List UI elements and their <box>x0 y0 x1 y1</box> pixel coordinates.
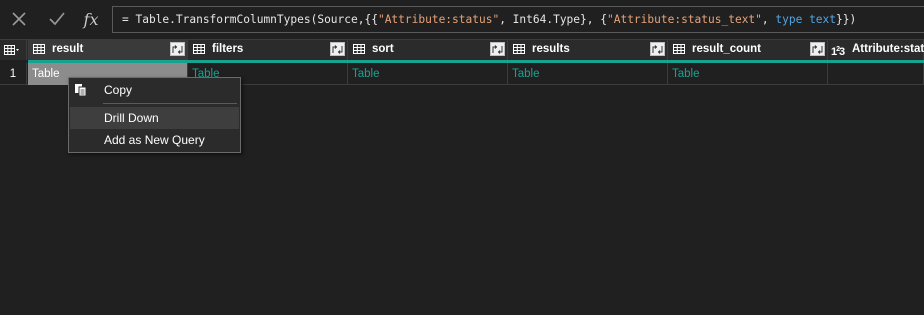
column-name: result <box>52 43 84 55</box>
menu-item-copy[interactable]: Copy <box>70 79 239 101</box>
table-icon <box>353 44 365 54</box>
formula-input[interactable]: = Table.TransformColumnTypes(Source,{{"A… <box>112 6 924 33</box>
formula-token: "Attribute:status_text" <box>606 13 762 26</box>
formula-bar: fx = Table.TransformColumnTypes(Source,{… <box>0 0 924 38</box>
formula-token: type text <box>775 13 837 26</box>
column-header-results[interactable]: results <box>508 39 668 60</box>
fx-button[interactable]: fx <box>77 6 105 32</box>
column-header-result[interactable]: result <box>28 39 188 60</box>
type-label: 123 <box>831 46 845 58</box>
table-cell[interactable] <box>828 63 924 85</box>
table-icon <box>33 44 45 54</box>
column-header-sort[interactable]: sort <box>348 39 508 60</box>
menu-item-add-as-new-query[interactable]: Add as New Query <box>70 129 239 151</box>
table-cell[interactable]: Table <box>508 63 668 85</box>
column-header-result-count[interactable]: result_count <box>668 39 828 60</box>
expand-column-icon[interactable] <box>330 42 345 56</box>
table-icon <box>193 44 205 54</box>
column-name: filters <box>212 43 244 55</box>
column-name: results <box>532 43 570 55</box>
formula-token: "Attribute:status" <box>377 13 500 26</box>
row-number: 1 <box>0 63 27 85</box>
column-header-attribute-status[interactable]: 123 Attribute:status <box>828 39 924 60</box>
formula-token: , <box>761 13 776 26</box>
column-header-filters[interactable]: filters <box>188 39 348 60</box>
column-name: Attribute:status <box>852 43 924 55</box>
expand-column-icon[interactable] <box>490 42 505 56</box>
table-icon <box>513 44 525 54</box>
context-menu: Copy Drill Down Add as New Query <box>68 77 241 153</box>
table-icon <box>673 44 685 54</box>
table-cell[interactable]: Table <box>348 63 508 85</box>
menu-item-drill-down[interactable]: Drill Down <box>70 107 239 129</box>
table-cell[interactable]: Table <box>668 63 828 85</box>
table-menu-button[interactable] <box>0 39 27 60</box>
formula-token: = Table.TransformColumnTypes(Source,{{ <box>122 13 378 26</box>
menu-separator <box>103 103 237 104</box>
menu-item-label: Drill Down <box>104 111 159 125</box>
menu-item-label: Add as New Query <box>104 133 205 147</box>
expand-column-icon[interactable] <box>170 42 185 56</box>
formula-token: }}) <box>836 13 857 26</box>
expand-column-icon[interactable] <box>810 42 825 56</box>
formula-token: , Int64.Type}, { <box>499 13 607 26</box>
table-icon <box>4 44 19 55</box>
menu-item-label: Copy <box>104 83 133 97</box>
checkmark-icon[interactable] <box>43 6 71 32</box>
copy-icon <box>75 84 87 97</box>
close-icon[interactable] <box>5 6 33 32</box>
expand-column-icon[interactable] <box>650 42 665 56</box>
column-name: sort <box>372 43 394 55</box>
column-name: result_count <box>692 43 762 55</box>
